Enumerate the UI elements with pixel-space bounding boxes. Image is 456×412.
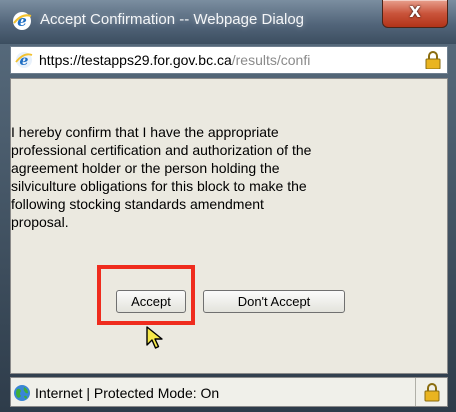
- url-path: /results/confi: [231, 52, 311, 68]
- dialog-content: I hereby confirm that I have the appropr…: [10, 78, 448, 374]
- globe-icon: [14, 385, 30, 401]
- close-icon: X: [409, 3, 421, 21]
- status-bar: Internet | Protected Mode: On: [10, 377, 448, 407]
- window-title: Accept Confirmation -- Webpage Dialog: [40, 11, 305, 28]
- message-line: I hereby confirm that I have the appropr…: [11, 124, 279, 140]
- message-line: following stocking standards amendment: [11, 196, 264, 212]
- url-host: https://testapps29.for.gov.bc.ca: [39, 52, 232, 68]
- dont-accept-button[interactable]: Don't Accept: [203, 290, 345, 313]
- security-zone-text: Internet | Protected Mode: On: [35, 385, 220, 401]
- message-line: silviculture obligations for this block …: [11, 178, 307, 194]
- button-row: Accept Don't Accept: [11, 287, 437, 317]
- close-button[interactable]: X: [382, 0, 448, 28]
- padlock-icon[interactable]: [425, 51, 441, 69]
- message-line: professional certification and authoriza…: [11, 142, 312, 158]
- address-bar: e https://testapps29.for.gov.bc.ca/resul…: [10, 46, 448, 74]
- highlight-box: [97, 265, 195, 325]
- internet-explorer-icon: e: [13, 12, 32, 30]
- dialog-window: e Accept Confirmation -- Webpage Dialog …: [0, 0, 456, 412]
- padlock-icon[interactable]: [424, 382, 440, 402]
- status-divider: [415, 378, 416, 406]
- url-text: https://testapps29.for.gov.bc.ca/results…: [39, 52, 419, 68]
- confirmation-message: I hereby confirm that I have the appropr…: [11, 123, 437, 231]
- internet-explorer-icon: e: [15, 52, 33, 69]
- message-line: proposal.: [11, 214, 69, 230]
- title-bar[interactable]: e Accept Confirmation -- Webpage Dialog …: [0, 0, 456, 44]
- mouse-pointer-icon: [146, 326, 163, 349]
- message-line: agreement holder or the person holding t…: [11, 160, 280, 176]
